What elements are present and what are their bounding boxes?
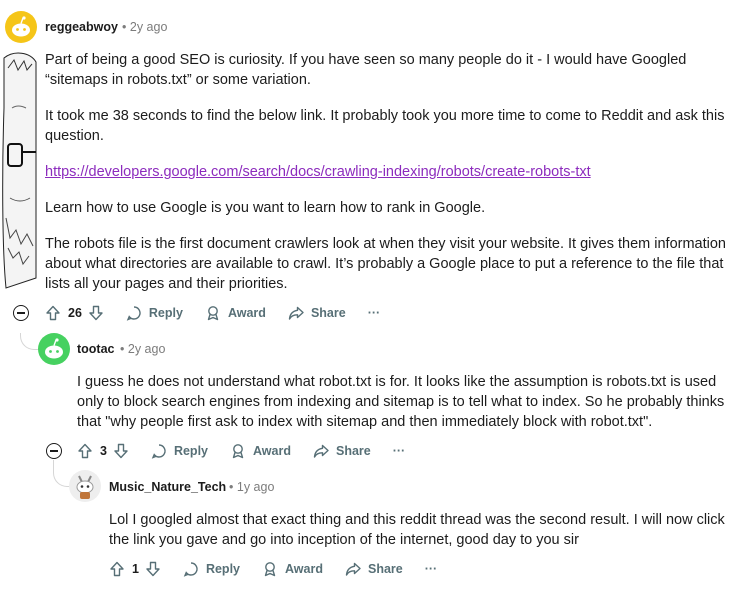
avatar[interactable] [38, 333, 70, 365]
collapse-thread-button[interactable] [13, 305, 29, 321]
upvote-icon[interactable] [109, 561, 125, 577]
share-icon [345, 562, 361, 576]
award-button[interactable]: Award [230, 443, 291, 459]
more-options-icon: ··· [392, 444, 406, 458]
reply-button[interactable]: Reply [126, 305, 183, 321]
vote-group: 3 [77, 443, 129, 459]
comment-time: 2y ago [127, 342, 166, 356]
snoo-avatar-icon [12, 16, 30, 37]
share-label: Share [367, 562, 403, 576]
avatar[interactable] [69, 470, 101, 502]
reply-icon [126, 306, 141, 321]
upvote-icon[interactable] [45, 305, 61, 321]
award-icon [207, 306, 219, 321]
reply-button[interactable]: Reply [151, 443, 208, 459]
share-icon [313, 444, 329, 458]
comment-body: Lol I googled almost that exact thing an… [109, 512, 725, 548]
comment-body: I guess he does not understand what robo… [77, 374, 725, 430]
award-label: Award [253, 444, 291, 458]
collapse-thread-button[interactable] [46, 443, 62, 459]
comment-timestamp: • 2y ago [122, 20, 167, 34]
comment-username[interactable]: tootac [77, 342, 115, 356]
vote-count: 26 [68, 306, 82, 320]
comment-body: Part of being a good SEO is curiosity. I… [45, 50, 735, 310]
more-options-icon: ··· [424, 562, 438, 576]
thread-connector [20, 333, 39, 350]
award-label: Award [227, 306, 266, 320]
award-button[interactable]: Award [205, 305, 266, 321]
share-button[interactable]: Share [345, 561, 403, 577]
share-button[interactable]: Share [313, 443, 371, 459]
comment-timestamp: • 1y ago [229, 480, 274, 494]
share-icon [288, 306, 304, 320]
vote-count: 1 [132, 562, 139, 576]
reply-label: Reply [205, 562, 240, 576]
award-icon [232, 444, 244, 459]
more-options-icon: ··· [367, 306, 381, 320]
snoo-avatar-icon [45, 338, 63, 359]
comment-actions: 26 Reply Award Share ··· [45, 301, 402, 325]
comment-paragraph: Part of being a good SEO is curiosity. I… [45, 52, 687, 88]
vote-group: 26 [45, 305, 104, 321]
robots-doc-link[interactable]: https://developers.google.com/search/doc… [45, 164, 591, 180]
award-icon [264, 562, 276, 577]
comment-username[interactable]: Music_Nature_Tech [109, 480, 226, 494]
user-flair-image [0, 48, 38, 292]
award-label: Award [285, 562, 323, 576]
reply-icon [183, 562, 198, 577]
comment-time: 2y ago [129, 20, 168, 34]
more-options-button[interactable]: ··· [368, 306, 381, 320]
comment-actions: 1 Reply Award Share ··· [109, 557, 459, 581]
comment-actions: 3 Reply Award Share ··· [77, 439, 427, 463]
downvote-icon[interactable] [113, 443, 129, 459]
meta-separator: • [229, 480, 234, 494]
reply-label: Reply [148, 306, 183, 320]
comment-paragraph: It took me 38 seconds to find the below … [45, 108, 725, 144]
downvote-icon[interactable] [88, 305, 104, 321]
reply-icon [151, 444, 166, 459]
vote-group: 1 [109, 561, 161, 577]
more-options-button[interactable]: ··· [425, 562, 438, 576]
comment-username[interactable]: reggeabwoy [45, 20, 118, 34]
comment-paragraph: Learn how to use Google is you want to l… [45, 200, 486, 216]
meta-separator: • [120, 342, 125, 356]
comment-paragraph: The robots file is the first document cr… [45, 236, 726, 292]
reply-label: Reply [173, 444, 208, 458]
comment-time: 1y ago [236, 480, 275, 494]
vote-count: 3 [100, 444, 107, 458]
reply-button[interactable]: Reply [183, 561, 240, 577]
share-button[interactable]: Share [288, 305, 346, 321]
comment-timestamp: • 2y ago [120, 342, 165, 356]
share-label: Share [335, 444, 371, 458]
snoo-avatar-icon [76, 475, 94, 499]
more-options-button[interactable]: ··· [393, 444, 406, 458]
share-label: Share [310, 306, 346, 320]
award-button[interactable]: Award [262, 561, 323, 577]
avatar[interactable] [5, 11, 37, 43]
downvote-icon[interactable] [145, 561, 161, 577]
upvote-icon[interactable] [77, 443, 93, 459]
meta-separator: • [122, 20, 127, 34]
